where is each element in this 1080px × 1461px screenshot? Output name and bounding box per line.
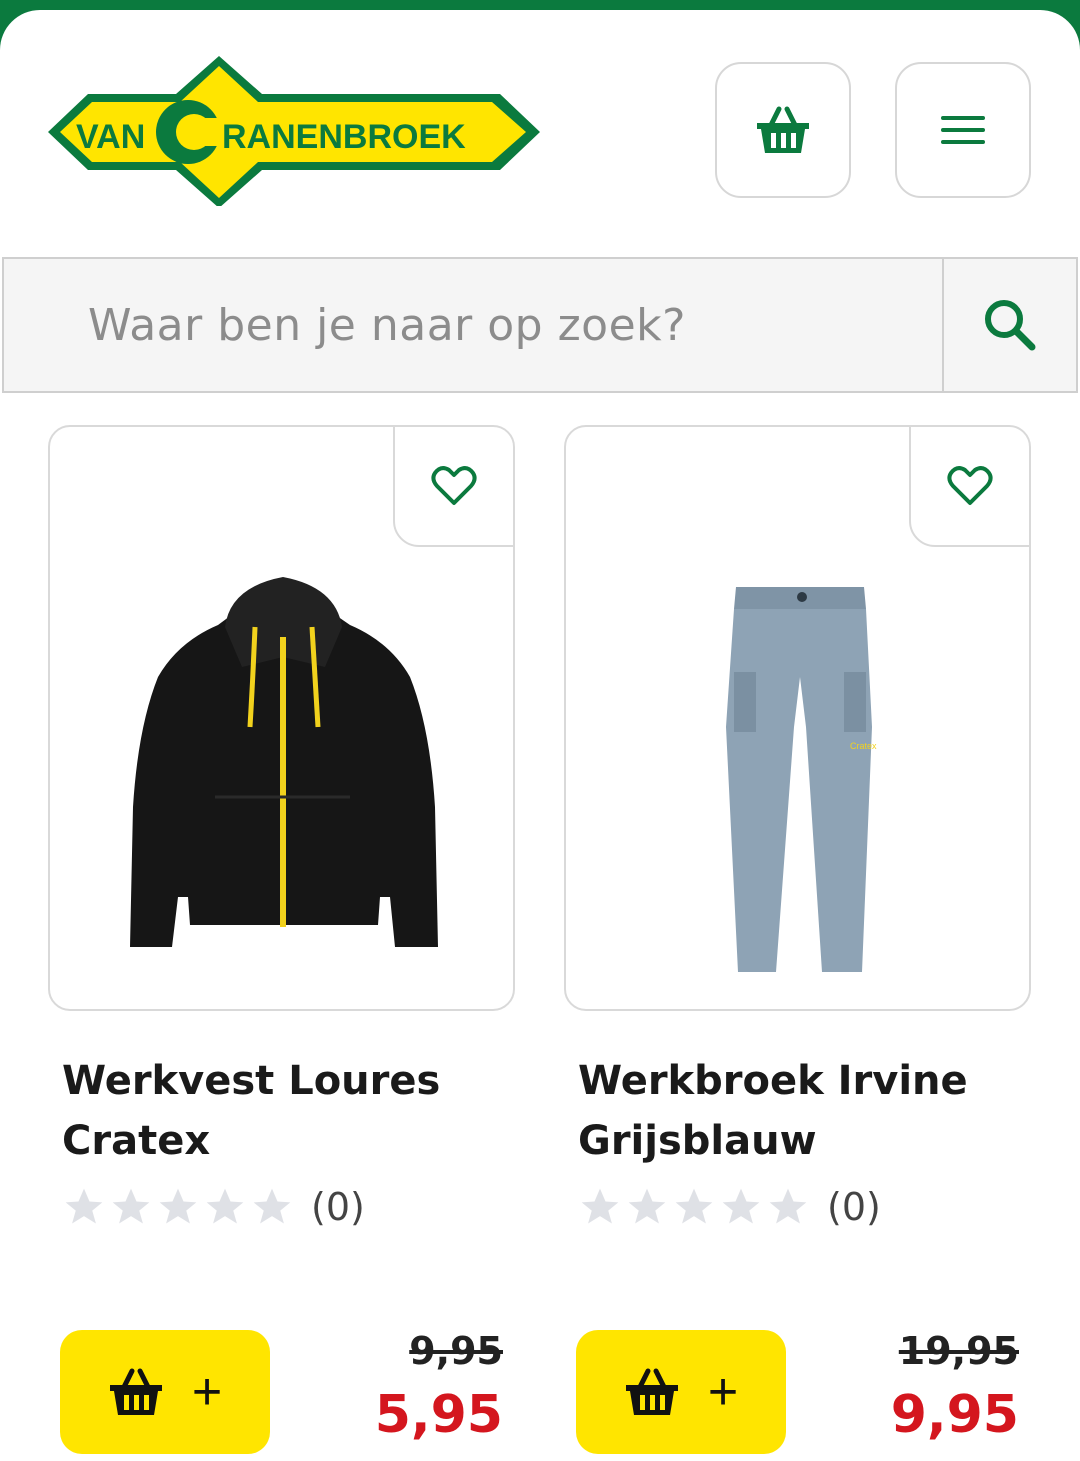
product-rating: (0) xyxy=(578,1185,881,1229)
search-bar xyxy=(2,257,1078,393)
hamburger-menu-icon xyxy=(941,116,985,144)
star-icon xyxy=(628,1188,666,1224)
svg-text:Cratex: Cratex xyxy=(850,741,877,751)
logo-text-ranenbroek: RANENBROEK xyxy=(222,118,466,156)
product-title[interactable]: Werkbroek Irvine Grijsblauw xyxy=(578,1051,1018,1171)
plus-label: + xyxy=(191,1363,223,1421)
page: VAN RANENBROEK Waar ben je naar op zoek?… xyxy=(0,10,1080,1461)
heart-icon xyxy=(947,466,993,505)
product-rating: (0) xyxy=(62,1185,365,1229)
rating-count: (0) xyxy=(311,1185,365,1229)
star-icon xyxy=(112,1188,150,1224)
star-icon xyxy=(722,1188,760,1224)
logo-text-van: VAN xyxy=(76,118,145,156)
basket-icon xyxy=(625,1368,678,1415)
product-card[interactable]: Cratex Werkbroek Irvine Grijsblauw (0) +… xyxy=(564,425,1031,1454)
old-price: 9,95 xyxy=(409,1329,503,1373)
star-icon xyxy=(65,1188,103,1224)
favorite-button[interactable] xyxy=(393,427,513,547)
van-cranenbroek-logo[interactable]: VAN RANENBROEK xyxy=(44,56,544,206)
basket-icon xyxy=(757,106,809,153)
product-title[interactable]: Werkvest Loures Cratex xyxy=(62,1051,502,1171)
star-icon xyxy=(206,1188,244,1224)
rating-count: (0) xyxy=(827,1185,881,1229)
star-icon xyxy=(769,1188,807,1224)
cart-button[interactable] xyxy=(715,62,851,198)
search-icon xyxy=(985,300,1036,351)
product-image-box[interactable] xyxy=(48,425,515,1011)
star-icon xyxy=(253,1188,291,1224)
header: VAN RANENBROEK xyxy=(0,10,1080,256)
basket-icon xyxy=(109,1368,162,1415)
add-to-cart-button[interactable]: + xyxy=(576,1330,786,1454)
product-image-box[interactable]: Cratex xyxy=(564,425,1031,1011)
star-icon xyxy=(159,1188,197,1224)
sale-price: 5,95 xyxy=(374,1385,503,1445)
search-input[interactable] xyxy=(4,259,942,391)
favorite-button[interactable] xyxy=(909,427,1029,547)
star-icon xyxy=(581,1188,619,1224)
search-button[interactable] xyxy=(942,259,1076,391)
star-icon xyxy=(675,1188,713,1224)
menu-button[interactable] xyxy=(895,62,1031,198)
add-to-cart-button[interactable]: + xyxy=(60,1330,270,1454)
plus-label: + xyxy=(707,1363,739,1421)
product-card[interactable]: Werkvest Loures Cratex (0) + 9,95 5,95 xyxy=(48,425,515,1454)
heart-icon xyxy=(431,466,477,505)
sale-price: 9,95 xyxy=(890,1385,1019,1445)
old-price: 19,95 xyxy=(898,1329,1019,1373)
